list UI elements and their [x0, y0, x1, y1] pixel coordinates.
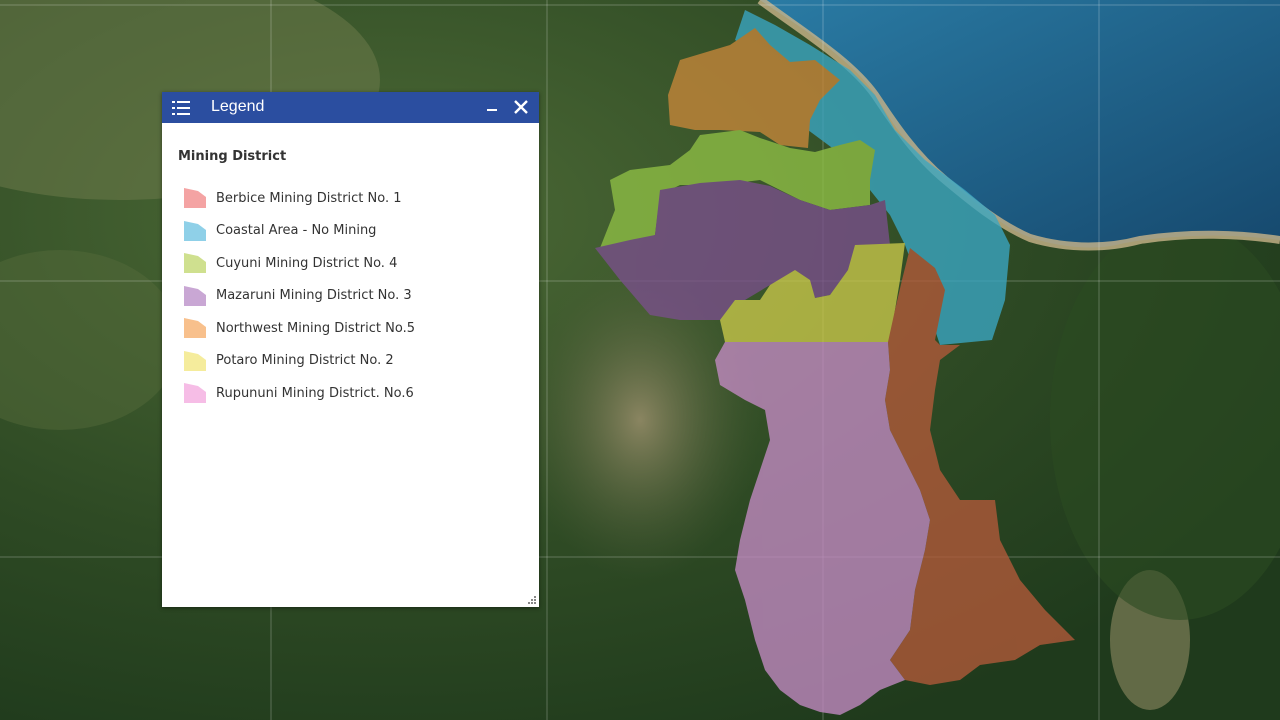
- legend-swatch: [184, 350, 206, 371]
- minimize-icon[interactable]: [484, 98, 502, 116]
- legend-item-label: Rupununi Mining District. No.6: [216, 385, 414, 401]
- legend-swatch: [184, 188, 206, 209]
- legend-item: Potaro Mining District No. 2: [178, 345, 539, 378]
- legend-title: Legend: [211, 98, 265, 115]
- legend-item: Rupununi Mining District. No.6: [178, 377, 539, 410]
- legend-items: Berbice Mining District No. 1 Coastal Are…: [178, 182, 539, 410]
- legend-swatch: [184, 253, 206, 274]
- legend-swatch: [184, 220, 206, 241]
- legend-swatch: [184, 383, 206, 404]
- legend-panel: Legend Mining District Berbice Mining Di…: [162, 92, 539, 607]
- legend-item: Northwest Mining District No.5: [178, 312, 539, 345]
- legend-item-label: Northwest Mining District No.5: [216, 320, 415, 336]
- legend-item-label: Coastal Area - No Mining: [216, 223, 377, 239]
- legend-list-icon: [172, 101, 190, 115]
- legend-swatch: [184, 318, 206, 339]
- close-icon[interactable]: [511, 97, 531, 117]
- legend-item-label: Potaro Mining District No. 2: [216, 353, 394, 369]
- legend-item-label: Mazaruni Mining District No. 3: [216, 288, 412, 304]
- legend-swatch: [184, 285, 206, 306]
- legend-item: Cuyuni Mining District No. 4: [178, 247, 539, 280]
- legend-item: Berbice Mining District No. 1: [178, 182, 539, 215]
- legend-body: Mining District Berbice Mining District …: [162, 123, 539, 410]
- legend-item: Mazaruni Mining District No. 3: [178, 280, 539, 313]
- legend-item-label: Berbice Mining District No. 1: [216, 190, 402, 206]
- resize-grip-icon[interactable]: [527, 595, 537, 605]
- layer-title: Mining District: [178, 149, 287, 164]
- legend-item: Coastal Area - No Mining: [178, 215, 539, 248]
- legend-header[interactable]: Legend: [162, 92, 539, 123]
- legend-item-label: Cuyuni Mining District No. 4: [216, 255, 398, 271]
